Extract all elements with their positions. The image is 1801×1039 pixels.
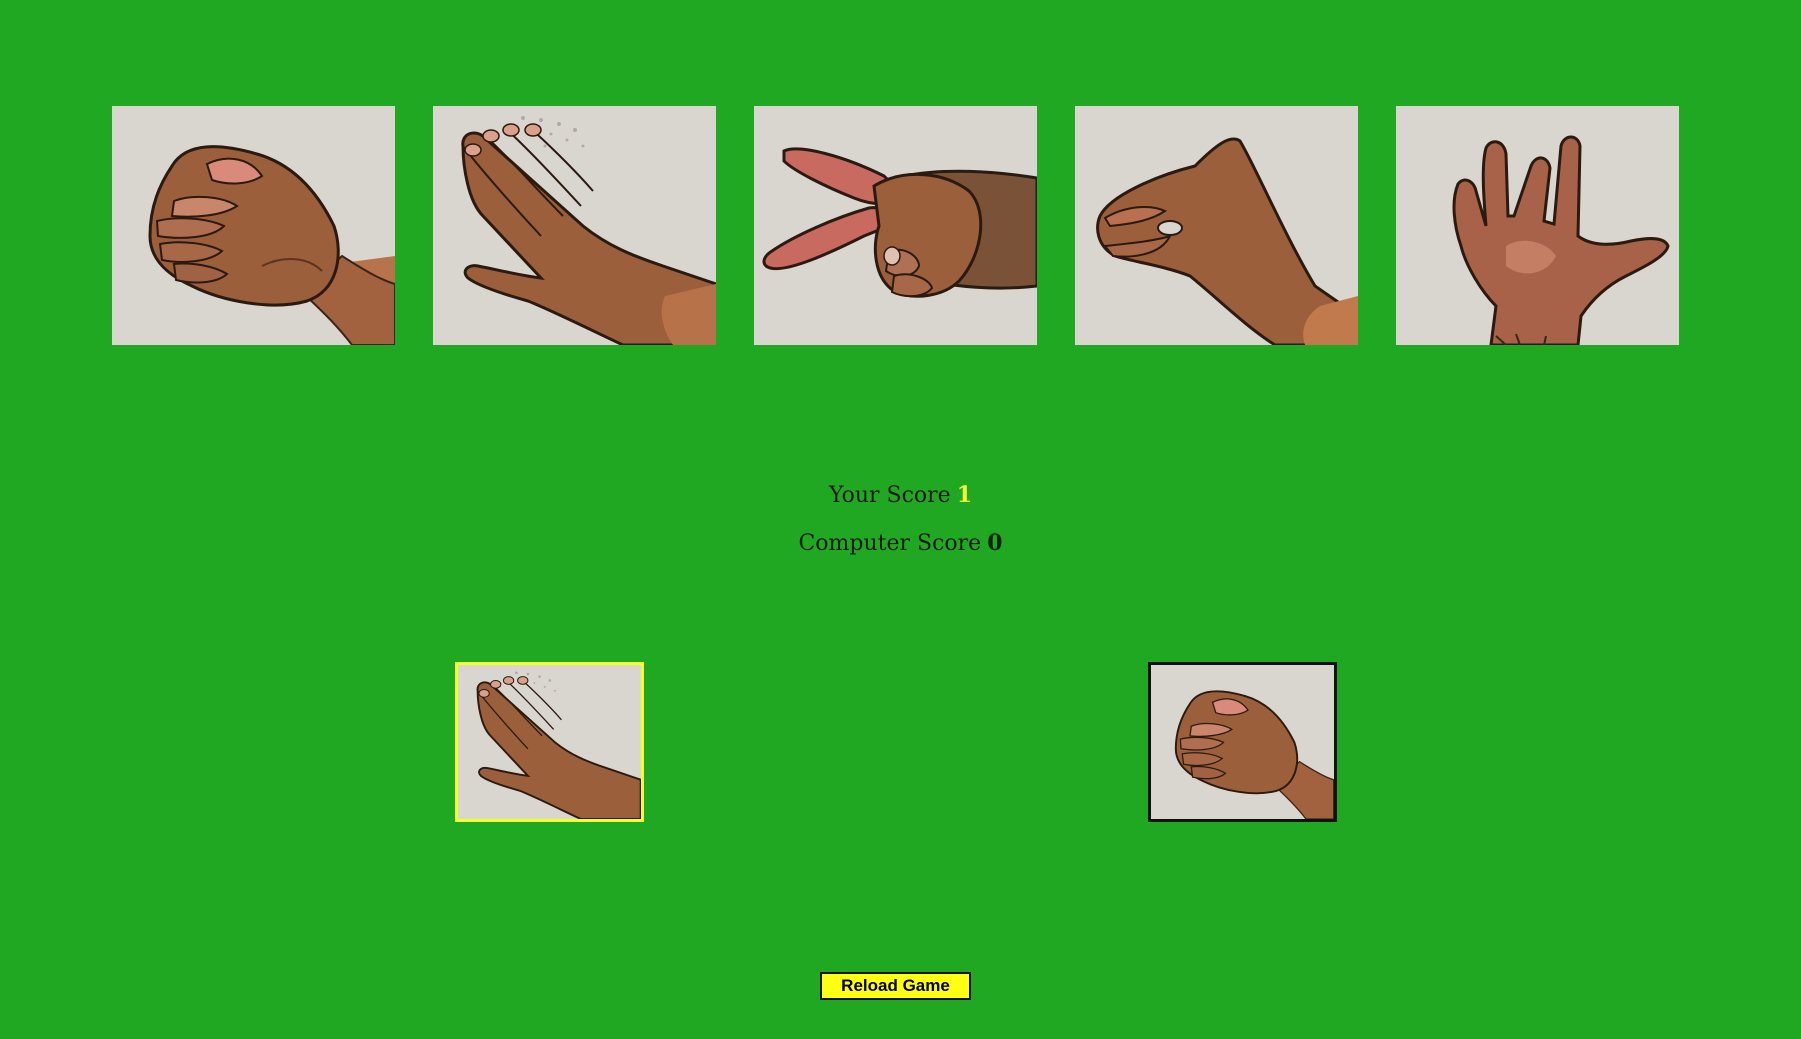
- computer-score-value: 0: [987, 530, 1003, 556]
- lizard-hand-icon: [1096, 137, 1358, 345]
- choice-lizard[interactable]: [1075, 106, 1358, 345]
- your-score-line: Your Score 1: [0, 482, 1801, 508]
- choice-scissors[interactable]: [754, 106, 1037, 345]
- paper-hand-icon: [476, 671, 641, 819]
- rock-hand-icon: [148, 145, 395, 345]
- your-score-label: Your Score: [828, 483, 951, 508]
- scissors-hand-icon: [762, 147, 1037, 298]
- paper-hand-icon: [461, 116, 716, 345]
- computer-pick-rock: [1148, 662, 1337, 822]
- spock-hand-icon: [1452, 135, 1670, 345]
- choice-spock[interactable]: [1396, 106, 1679, 345]
- choice-rock[interactable]: [112, 106, 395, 345]
- rock-hand-icon: [1174, 690, 1334, 819]
- player-pick-paper: [455, 662, 644, 822]
- computer-score-label: Computer Score: [798, 531, 982, 556]
- your-score-value: 1: [956, 482, 973, 508]
- computer-score-line: Computer Score 0: [0, 530, 1801, 556]
- reload-game-button[interactable]: Reload Game: [820, 972, 971, 1000]
- choice-paper[interactable]: [433, 106, 716, 345]
